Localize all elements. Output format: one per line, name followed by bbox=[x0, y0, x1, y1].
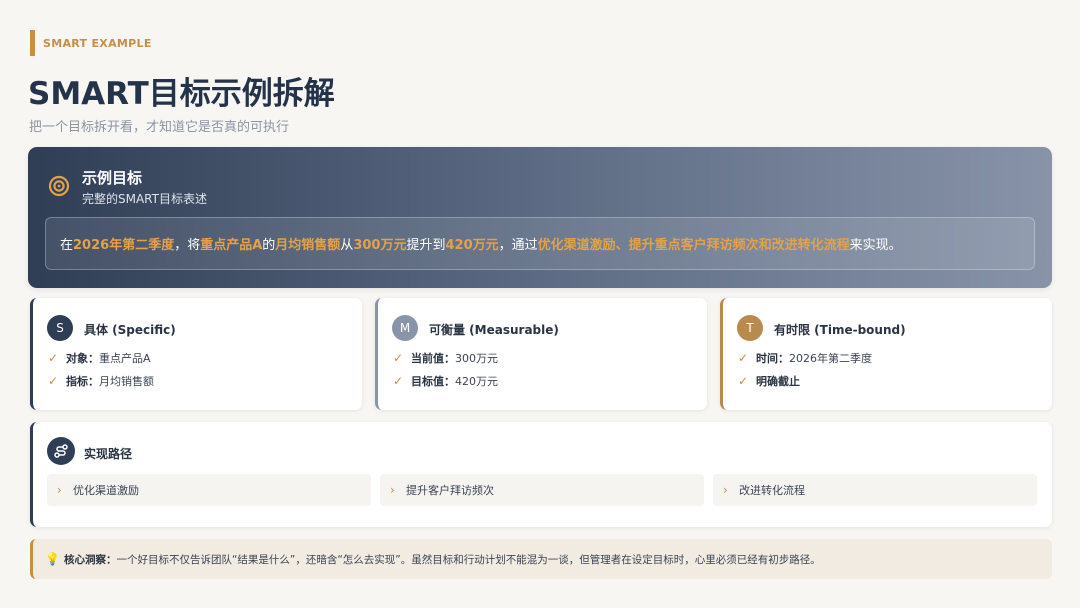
sentence-highlight-time: 2026年第二季度 bbox=[73, 238, 175, 253]
chevron-right-icon: › bbox=[390, 483, 395, 497]
chevron-right-icon: › bbox=[723, 483, 728, 497]
example-goal-title: 示例目标 bbox=[82, 169, 143, 187]
sentence-highlight-metric: 月均销售额 bbox=[275, 238, 341, 253]
row-key: 当前值： bbox=[411, 352, 455, 365]
path-step: › 优化渠道激励 bbox=[47, 474, 371, 506]
insight-text: 一个好目标不仅告诉团队“结果是什么”，还暗含“怎么去实现”。虽然目标和行动计划不… bbox=[116, 553, 821, 566]
page-subtitle: 把一个目标拆开看，才知道它是否真的可执行 bbox=[29, 120, 290, 135]
path-title: 实现路径 bbox=[84, 447, 133, 461]
section-eyebrow: SMART EXAMPLE bbox=[30, 30, 152, 56]
card-row: ✓ 明确截止 bbox=[738, 373, 800, 389]
sentence-text: 从 bbox=[340, 238, 354, 253]
example-goal-subtitle: 完整的SMART目标表述 bbox=[82, 192, 207, 206]
card-badge: M bbox=[392, 315, 418, 341]
page-title: SMART目标示例拆解 bbox=[28, 76, 335, 112]
check-icon: ✓ bbox=[48, 374, 59, 388]
check-icon: ✓ bbox=[738, 351, 749, 365]
row-value: 300万元 bbox=[455, 352, 498, 365]
row-key: 对象： bbox=[66, 352, 99, 365]
sentence-highlight-method: 优化渠道激励、提升重点客户拜访频次和改进转化流程 bbox=[537, 238, 850, 253]
sentence-highlight-target: 420万元 bbox=[445, 238, 499, 253]
step-label: 优化渠道激励 bbox=[73, 484, 139, 497]
check-icon: ✓ bbox=[393, 374, 404, 388]
card-row: ✓ 目标值： 420万元 bbox=[393, 373, 498, 389]
card-row: ✓ 对象： 重点产品A bbox=[48, 350, 151, 366]
example-goal-sentence: 在 2026年第二季度 ，将 重点产品A 的 月均销售额 从 300万元 提升到… bbox=[45, 217, 1035, 270]
step-label: 改进转化流程 bbox=[739, 484, 805, 497]
card-title: 具体 (Specific) bbox=[84, 323, 176, 337]
target-icon bbox=[48, 175, 70, 197]
path-step: › 改进转化流程 bbox=[713, 474, 1037, 506]
example-goal-panel: 示例目标 完整的SMART目标表述 在 2026年第二季度 ，将 重点产品A 的… bbox=[28, 147, 1052, 288]
step-label: 提升客户拜访频次 bbox=[406, 484, 494, 497]
row-value: 重点产品A bbox=[99, 352, 151, 365]
path-step: › 提升客户拜访频次 bbox=[380, 474, 704, 506]
row-key: 指标： bbox=[66, 375, 99, 388]
insight-label: 核心洞察： bbox=[63, 553, 117, 566]
card-badge: S bbox=[47, 315, 73, 341]
chevron-right-icon: › bbox=[57, 483, 62, 497]
check-icon: ✓ bbox=[393, 351, 404, 365]
row-value: 月均销售额 bbox=[99, 375, 154, 388]
row-key: 时间： bbox=[756, 352, 789, 365]
sentence-text: 在 bbox=[60, 238, 74, 253]
card-badge: T bbox=[737, 315, 763, 341]
implementation-path-panel: 实现路径 › 优化渠道激励 › 提升客户拜访频次 › 改进转化流程 bbox=[30, 422, 1052, 527]
sentence-text: ，将 bbox=[174, 238, 201, 253]
lightbulb-icon: 💡 bbox=[45, 552, 60, 566]
row-value: 420万元 bbox=[455, 375, 498, 388]
card-time-bound: T 有时限 (Time-bound) ✓ 时间： 2026年第二季度 ✓ 明确截… bbox=[720, 298, 1052, 410]
check-icon: ✓ bbox=[738, 374, 749, 388]
sentence-text: 的 bbox=[262, 238, 276, 253]
row-key: 目标值： bbox=[411, 375, 455, 388]
row-key: 明确截止 bbox=[756, 375, 800, 388]
core-insight-callout: 💡 核心洞察： 一个好目标不仅告诉团队“结果是什么”，还暗含“怎么去实现”。虽然… bbox=[30, 539, 1052, 579]
sentence-highlight-product: 重点产品A bbox=[200, 238, 263, 253]
card-measurable: M 可衡量 (Measurable) ✓ 当前值： 300万元 ✓ 目标值： 4… bbox=[375, 298, 707, 410]
row-value: 2026年第二季度 bbox=[789, 352, 872, 365]
sentence-text: 提升到 bbox=[406, 238, 446, 253]
check-icon: ✓ bbox=[48, 351, 59, 365]
card-specific: S 具体 (Specific) ✓ 对象： 重点产品A ✓ 指标： 月均销售额 bbox=[30, 298, 362, 410]
route-icon bbox=[47, 437, 75, 465]
card-title: 可衡量 (Measurable) bbox=[429, 323, 559, 337]
sentence-highlight-current: 300万元 bbox=[353, 238, 407, 253]
card-row: ✓ 指标： 月均销售额 bbox=[48, 373, 154, 389]
card-title: 有时限 (Time-bound) bbox=[774, 323, 906, 337]
sentence-text: 来实现。 bbox=[849, 238, 902, 253]
card-row: ✓ 当前值： 300万元 bbox=[393, 350, 498, 366]
card-row: ✓ 时间： 2026年第二季度 bbox=[738, 350, 872, 366]
sentence-text: ，通过 bbox=[498, 238, 538, 253]
